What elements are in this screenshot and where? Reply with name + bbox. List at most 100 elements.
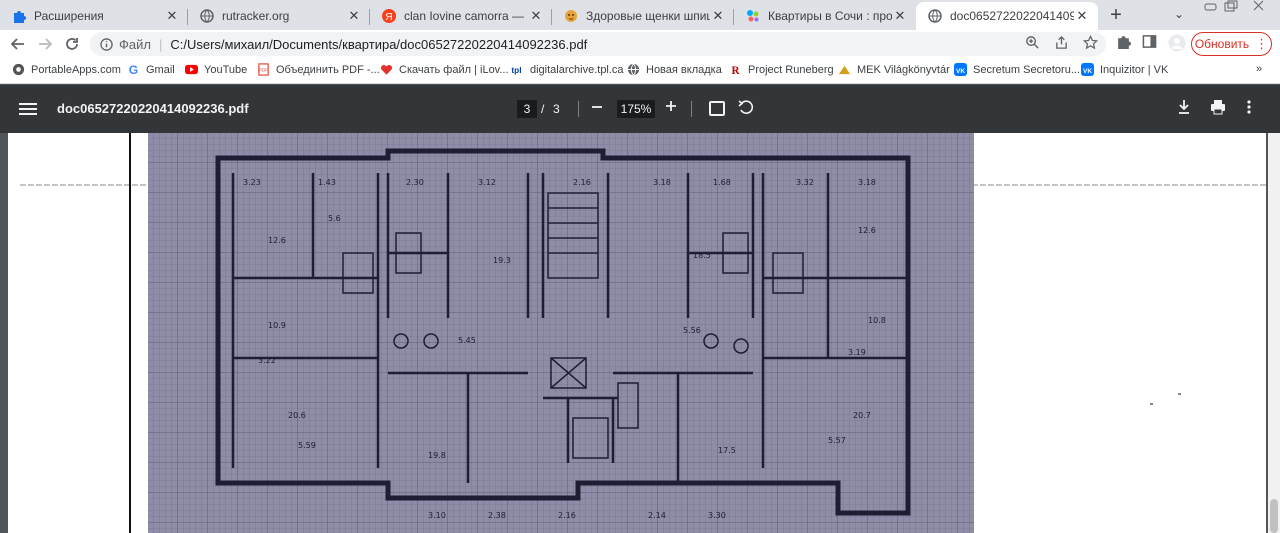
- page-total: 3: [553, 102, 560, 116]
- svg-text:17.5: 17.5: [718, 446, 736, 455]
- close-window-button[interactable]: [1252, 0, 1266, 15]
- share-icon[interactable]: [1054, 35, 1069, 50]
- puzzle-icon: [1118, 36, 1131, 49]
- bookmark-runeberg[interactable]: R Project Runeberg: [729, 63, 833, 77]
- forward-button[interactable]: [35, 34, 55, 54]
- zoom-out-button[interactable]: [591, 97, 603, 118]
- info-icon[interactable]: [100, 37, 113, 51]
- url-text[interactable]: C:/Users/михаил/Documents/квартира/doc06…: [170, 37, 587, 52]
- svg-text:1.43: 1.43: [318, 178, 336, 187]
- close-icon[interactable]: ✕: [1074, 8, 1090, 24]
- svg-text:PDF: PDF: [259, 67, 268, 72]
- globe-icon: [627, 63, 640, 76]
- svg-text:VK: VK: [1083, 68, 1092, 75]
- close-icon[interactable]: ✕: [528, 8, 544, 24]
- download-icon: [1179, 100, 1189, 114]
- bookmark-portableapps[interactable]: PortableApps.com: [12, 63, 121, 76]
- svg-text:18.5: 18.5: [693, 251, 711, 260]
- fit-page-icon[interactable]: [709, 101, 725, 116]
- zoom-icon[interactable]: [1025, 35, 1040, 50]
- tab-puppies[interactable]: Здоровые щенки шпица ✕: [552, 2, 734, 30]
- plus-icon: [666, 101, 676, 111]
- menu-icon[interactable]: [19, 100, 37, 118]
- bookmark-gmail[interactable]: G Gmail: [127, 63, 175, 76]
- bookmark-label: Новая вкладка: [646, 63, 722, 76]
- bookmark-label: MEK Világkönyvtár: [857, 63, 950, 76]
- zoom-in-button[interactable]: [665, 96, 677, 117]
- close-icon[interactable]: ✕: [164, 8, 180, 24]
- close-icon[interactable]: ✕: [892, 8, 908, 24]
- chevron-down-icon[interactable]: ⌄: [1174, 7, 1184, 21]
- tab-rutracker[interactable]: rutracker.org ✕: [188, 2, 370, 30]
- bookmark-inquizitor[interactable]: VK Inquizitor | VK: [1081, 63, 1168, 76]
- svg-text:3.10: 3.10: [428, 511, 446, 520]
- zoom-level-input[interactable]: 175%: [617, 100, 655, 118]
- svg-text:20.6: 20.6: [288, 411, 306, 420]
- reload-button[interactable]: [62, 34, 82, 54]
- tab-label: rutracker.org: [222, 9, 290, 23]
- svg-text:tpl: tpl: [511, 65, 521, 75]
- svg-text:5.57: 5.57: [828, 436, 846, 445]
- restore-icon: [1224, 0, 1238, 12]
- svg-text:10.8: 10.8: [868, 316, 886, 325]
- mek-icon: [838, 65, 851, 75]
- bookmark-label: Скачать файл | iLov...: [399, 63, 509, 76]
- extensions-button[interactable]: [1116, 34, 1131, 53]
- svg-text:3.19: 3.19: [848, 348, 866, 357]
- tab-yandex[interactable]: Я clan Iovine camorra — Яндекс ✕: [370, 2, 552, 30]
- svg-text:12.6: 12.6: [858, 226, 876, 235]
- bookmark-tpl-archive[interactable]: tpl digitalarchive.tpl.ca: [509, 63, 623, 76]
- page-number-input[interactable]: 3: [517, 100, 537, 118]
- bookmark-label: Secretum Secretoru...: [973, 63, 1080, 76]
- close-icon[interactable]: ✕: [346, 8, 362, 24]
- pdf-viewport[interactable]: 3.23 1.43 2.30 3.12 2.16 3.18 1.68 3.32 3.18…: [0, 133, 1280, 533]
- minus-icon: [592, 106, 602, 108]
- rotate-icon: [738, 100, 754, 114]
- restore-button[interactable]: [1224, 0, 1238, 15]
- google-icon: G: [129, 63, 138, 76]
- tab-sochi-apartments[interactable]: Квартиры в Сочи : продажа ✕: [734, 2, 916, 30]
- new-tab-button[interactable]: +: [1106, 5, 1126, 25]
- bookmarks-bar: PortableApps.com G Gmail YouTube PDF Объ…: [0, 58, 1280, 84]
- svg-text:5.56: 5.56: [683, 326, 701, 335]
- yandex-icon: Я: [382, 9, 396, 23]
- side-panel-button[interactable]: [1142, 34, 1157, 53]
- download-button[interactable]: [1176, 98, 1192, 121]
- close-icon[interactable]: ✕: [710, 8, 726, 24]
- bookmark-label: Объединить PDF -...: [276, 63, 380, 76]
- bookmark-mek[interactable]: MEK Világkönyvtár: [838, 63, 950, 76]
- page-separator: /: [541, 102, 545, 116]
- tab-label: clan Iovine camorra — Яндекс: [404, 9, 528, 23]
- scrollbar-thumb[interactable]: [1270, 499, 1278, 533]
- arrow-left-icon: [10, 38, 24, 50]
- bookmark-new-tab[interactable]: Новая вкладка: [627, 63, 722, 76]
- browser-toolbar: Файл | C:/Users/михаил/Documents/квартир…: [0, 30, 1280, 58]
- more-vert-icon: [1247, 100, 1251, 114]
- tab-label: Расширения: [34, 9, 104, 23]
- profile-button[interactable]: [1168, 34, 1186, 56]
- close-window-icon: [1253, 0, 1264, 11]
- svg-text:Я: Я: [385, 12, 392, 23]
- bookmark-merge-pdf[interactable]: PDF Объединить PDF -...: [257, 63, 380, 76]
- tab-pdf-active[interactable]: doc06527220220414092236.pdf ✕: [916, 2, 1098, 30]
- bookmark-secretum[interactable]: VK Secretum Secretoru...: [954, 63, 1080, 76]
- minimize-button[interactable]: [1204, 0, 1218, 15]
- vk-icon: VK: [954, 63, 967, 76]
- tab-extensions[interactable]: Расширения ✕: [0, 2, 188, 30]
- svg-text:3.18: 3.18: [653, 178, 671, 187]
- update-button[interactable]: Обновить ⋮: [1191, 32, 1272, 56]
- star-icon[interactable]: [1083, 35, 1098, 50]
- back-button[interactable]: [8, 34, 28, 54]
- svg-text:G: G: [129, 63, 138, 76]
- address-bar[interactable]: Файл | C:/Users/михаил/Documents/квартир…: [90, 32, 1106, 56]
- bookmark-youtube[interactable]: YouTube: [185, 63, 247, 76]
- vertical-scrollbar[interactable]: [1268, 133, 1280, 533]
- svg-text:2.38: 2.38: [488, 511, 506, 520]
- bookmark-ilovepdf[interactable]: Скачать файл | iLov...: [380, 63, 509, 76]
- more-options-button[interactable]: [1246, 98, 1252, 121]
- rotate-button[interactable]: [738, 99, 754, 120]
- print-button[interactable]: [1209, 98, 1227, 121]
- bookmarks-overflow-button[interactable]: »: [1256, 63, 1262, 75]
- side-panel-icon: [1142, 35, 1157, 48]
- pdf-toolbar: doc06527220220414092236.pdf 3 / 3 175%: [0, 85, 1280, 133]
